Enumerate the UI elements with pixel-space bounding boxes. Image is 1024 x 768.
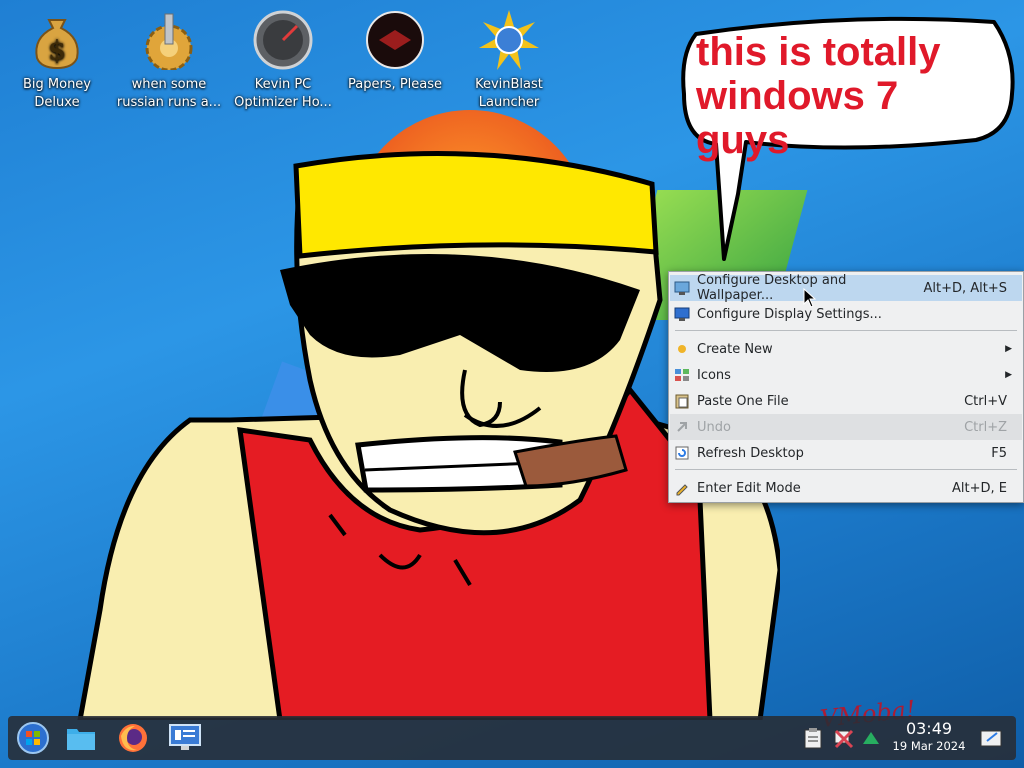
- desktop-icon-label: Big Money Deluxe: [22, 77, 91, 110]
- menu-item-shortcut: Ctrl+Z: [964, 419, 1007, 435]
- menu-item-shortcut: Ctrl+V: [964, 393, 1007, 409]
- desktop-icon-big-money-deluxe[interactable]: $ Big Money Deluxe: [2, 8, 112, 112]
- menu-item-label: Refresh Desktop: [697, 445, 804, 461]
- speedometer-icon: [251, 8, 315, 72]
- system-settings-button[interactable]: [168, 721, 202, 755]
- update-tray-button[interactable]: [854, 721, 888, 755]
- menu-item-display-settings[interactable]: Configure Display Settings...: [670, 301, 1022, 327]
- menu-item-create-new[interactable]: Create New ▶: [670, 336, 1022, 362]
- menu-separator: [675, 469, 1017, 470]
- menu-item-label: Icons: [697, 367, 731, 383]
- firefox-button[interactable]: [116, 721, 150, 755]
- menu-item-shortcut: F5: [991, 445, 1007, 461]
- desktop-icon-russian[interactable]: when some russian runs a...: [114, 8, 224, 112]
- menu-item-label: Undo: [697, 419, 731, 435]
- menu-item-label: Create New: [697, 341, 773, 357]
- desktop-icon-label: when some russian runs a...: [116, 77, 222, 110]
- desktop-icon-optimizer[interactable]: Kevin PC Optimizer Ho...: [228, 8, 338, 112]
- taskbar: 03:49 19 Mar 2024: [8, 716, 1016, 760]
- paste-icon: [674, 393, 690, 409]
- submenu-arrow-icon: ▶: [1005, 370, 1012, 380]
- submenu-arrow-icon: ▶: [1005, 344, 1012, 354]
- menu-item-configure-desktop[interactable]: Configure Desktop and Wallpaper... Alt+D…: [670, 273, 1022, 303]
- gear-icon: [137, 8, 201, 72]
- menu-item-shortcut: Alt+D, E: [952, 480, 1007, 496]
- mouse-cursor-icon: [803, 288, 817, 308]
- menu-item-icons[interactable]: Icons ▶: [670, 362, 1022, 388]
- desktop-icon-label: Kevin PC Optimizer Ho...: [234, 77, 332, 110]
- network-disconnected-icon: [834, 729, 854, 749]
- menu-item-label: Enter Edit Mode: [697, 480, 801, 496]
- start-menu-icon: [17, 722, 49, 754]
- papers-please-emblem-icon: [363, 8, 427, 72]
- menu-item-undo[interactable]: Undo Ctrl+Z: [670, 414, 1022, 440]
- desktop-context-menu: Configure Desktop and Wallpaper... Alt+D…: [668, 271, 1024, 503]
- menu-item-label: Paste One File: [697, 393, 789, 409]
- clock-time: 03:49: [905, 719, 953, 738]
- firefox-icon: [119, 724, 147, 752]
- clock-date: 19 Mar 2024: [892, 739, 966, 753]
- system-settings-icon: [169, 724, 201, 750]
- file-manager-icon: [67, 729, 95, 750]
- clock[interactable]: 03:49 19 Mar 2024: [886, 720, 972, 754]
- show-desktop-icon: [980, 730, 1002, 747]
- show-desktop-button[interactable]: [974, 721, 1008, 755]
- menu-item-shortcut: Alt+D, Alt+S: [923, 280, 1007, 296]
- desktop-icon-label: KevinBlast Launcher: [475, 77, 543, 110]
- desktop-icon-papers-please[interactable]: Papers, Please: [340, 8, 450, 94]
- desktop-icon-kevinblast[interactable]: KevinBlast Launcher: [454, 8, 564, 112]
- create-new-icon: [674, 341, 690, 357]
- svg-text:$: $: [48, 36, 66, 66]
- menu-item-edit-mode[interactable]: Enter Edit Mode Alt+D, E: [670, 475, 1022, 501]
- edit-mode-icon: [674, 480, 690, 496]
- configure-desktop-icon: [674, 280, 690, 296]
- refresh-icon: [674, 445, 690, 461]
- clipboard-tray-button[interactable]: [796, 721, 830, 755]
- clipboard-icon: [804, 728, 822, 749]
- menu-item-paste[interactable]: Paste One File Ctrl+V: [670, 388, 1022, 414]
- start-menu-button[interactable]: [16, 721, 50, 755]
- starburst-icon: [477, 8, 541, 72]
- menu-item-refresh[interactable]: Refresh Desktop F5: [670, 440, 1022, 466]
- icons-icon: [674, 367, 690, 383]
- update-arrow-icon: [863, 732, 879, 744]
- money-bag-icon: $: [25, 8, 89, 72]
- file-manager-button[interactable]: [64, 721, 98, 755]
- menu-separator: [675, 330, 1017, 331]
- display-settings-icon: [674, 306, 690, 322]
- undo-icon: [674, 419, 690, 435]
- menu-item-label: Configure Display Settings...: [697, 306, 882, 322]
- desktop-icon-label: Papers, Please: [347, 77, 443, 92]
